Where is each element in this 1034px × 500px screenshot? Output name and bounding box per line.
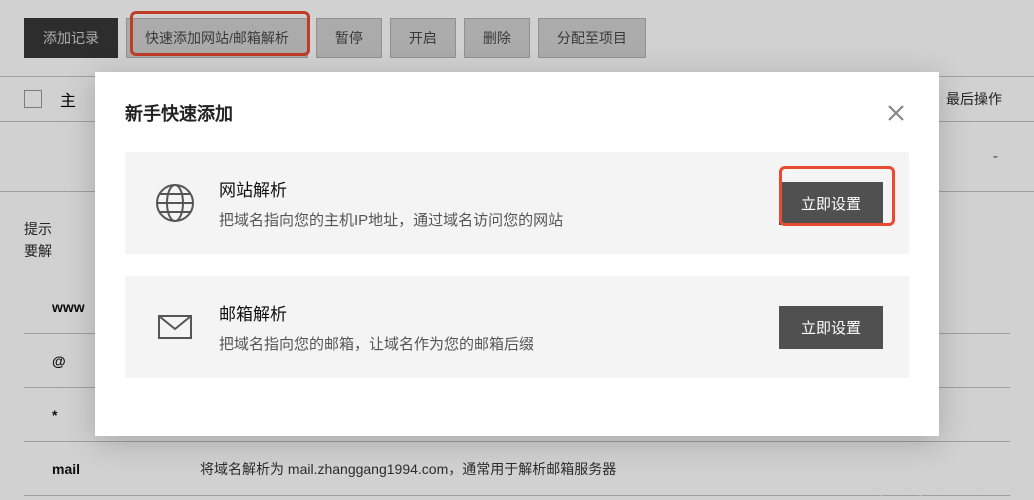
email-resolve-card: 邮箱解析 把域名指向您的邮箱，让域名作为您的邮箱后缀 立即设置 bbox=[125, 276, 909, 378]
quick-add-modal: 新手快速添加 网站解析 把域名指向您的主机IP地址，通过域名访问您的网站 立即设… bbox=[95, 72, 939, 436]
watermark: https://blog.csdn.net/criss_zhang bbox=[868, 486, 1028, 498]
mail-icon bbox=[151, 303, 199, 351]
setup-website-button[interactable]: 立即设置 bbox=[779, 182, 883, 225]
setup-email-button[interactable]: 立即设置 bbox=[779, 306, 883, 349]
card-title: 邮箱解析 bbox=[219, 300, 779, 325]
card-title: 网站解析 bbox=[219, 176, 779, 201]
modal-title: 新手快速添加 bbox=[125, 100, 233, 126]
website-resolve-card: 网站解析 把域名指向您的主机IP地址，通过域名访问您的网站 立即设置 bbox=[125, 152, 909, 254]
close-icon[interactable] bbox=[883, 100, 909, 126]
card-desc: 把域名指向您的主机IP地址，通过域名访问您的网站 bbox=[219, 209, 779, 230]
card-desc: 把域名指向您的邮箱，让域名作为您的邮箱后缀 bbox=[219, 333, 779, 354]
modal-overlay: 新手快速添加 网站解析 把域名指向您的主机IP地址，通过域名访问您的网站 立即设… bbox=[0, 0, 1034, 500]
globe-icon bbox=[151, 179, 199, 227]
